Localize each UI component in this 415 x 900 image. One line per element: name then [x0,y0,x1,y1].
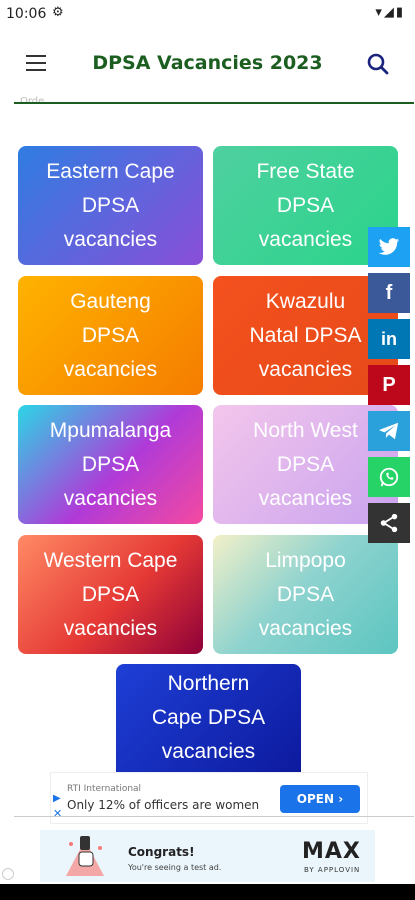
open-label: OPEN [296,792,335,806]
tile-limpopo[interactable]: Limpopo DPSA vacancies [213,535,398,654]
tile-label: North West DPSA vacancies [253,418,358,510]
share-bar: f in P [368,227,410,549]
whatsapp-icon [379,467,399,487]
whatsapp-share-button[interactable] [368,457,410,497]
facebook-share-button[interactable]: f [368,273,410,313]
tile-label: Mpumalanga DPSA vacancies [49,418,172,510]
share-icon [380,513,398,533]
tile-label: Kwazulu Natal DPSA vacancies [249,289,362,381]
status-bar: 10:06 ⚙ ▾◢▮ [0,0,415,28]
app-bar: DPSA Vacancies 2023 [0,28,415,102]
banner-brand: MAX [302,839,361,864]
twitter-share-button[interactable] [368,227,410,267]
tile-western-cape[interactable]: Western Cape DPSA vacancies [18,535,203,654]
telegram-icon [378,422,399,440]
ad-text: Only 12% of officers are women [67,798,260,812]
edge-indicator [2,868,14,880]
ad-source: RTI International [67,784,142,794]
banner-subtext: You're seeing a test ad. [128,863,222,872]
chevron-right-icon: › [338,792,344,806]
ad-open-button[interactable]: OPEN › [280,785,360,813]
banner-headline: Congrats! [128,845,195,859]
header-divider [14,102,414,104]
tile-label: Limpopo DPSA vacancies [258,548,353,640]
tile-mpumalanga[interactable]: Mpumalanga DPSA vacancies [18,405,203,524]
banner-byline: BY APPLOVIN [304,866,361,874]
tile-label: Free State DPSA vacancies [256,159,355,251]
tile-label: Northern Cape DPSA vacancies [151,672,266,763]
tile-label: Western Cape DPSA vacancies [43,548,178,640]
page-title: DPSA Vacancies 2023 [92,52,323,74]
facebook-icon: f [385,281,393,304]
notification-icon: ⚙ [52,5,64,20]
pinterest-icon: P [382,373,396,396]
tile-northern-cape[interactable]: Northern Cape DPSA vacancies [116,664,301,772]
divider [14,816,414,817]
linkedin-icon: in [381,328,397,349]
linkedin-share-button[interactable]: in [368,319,410,359]
banner-ad[interactable]: Congrats! You're seeing a test ad. MAX B… [40,830,375,882]
tile-label: Gauteng DPSA vacancies [63,289,158,381]
close-icon[interactable]: ✕ [53,807,62,820]
tile-eastern-cape[interactable]: Eastern Cape DPSA vacancies [18,146,203,265]
tile-gauteng[interactable]: Gauteng DPSA vacancies [18,276,203,395]
telegram-share-button[interactable] [368,411,410,451]
search-icon[interactable] [366,52,390,76]
pinterest-share-button[interactable]: P [368,365,410,405]
twitter-icon [378,238,400,255]
status-time: 10:06 [6,6,47,22]
system-nav-bar [0,884,415,900]
thumbs-up-phone-icon [66,836,104,876]
ad-choices-icon[interactable]: ▶ [53,793,61,804]
system-icons: ▾◢▮ [375,5,405,20]
tile-label: Eastern Cape DPSA vacancies [46,159,175,251]
more-share-button[interactable] [368,503,410,543]
